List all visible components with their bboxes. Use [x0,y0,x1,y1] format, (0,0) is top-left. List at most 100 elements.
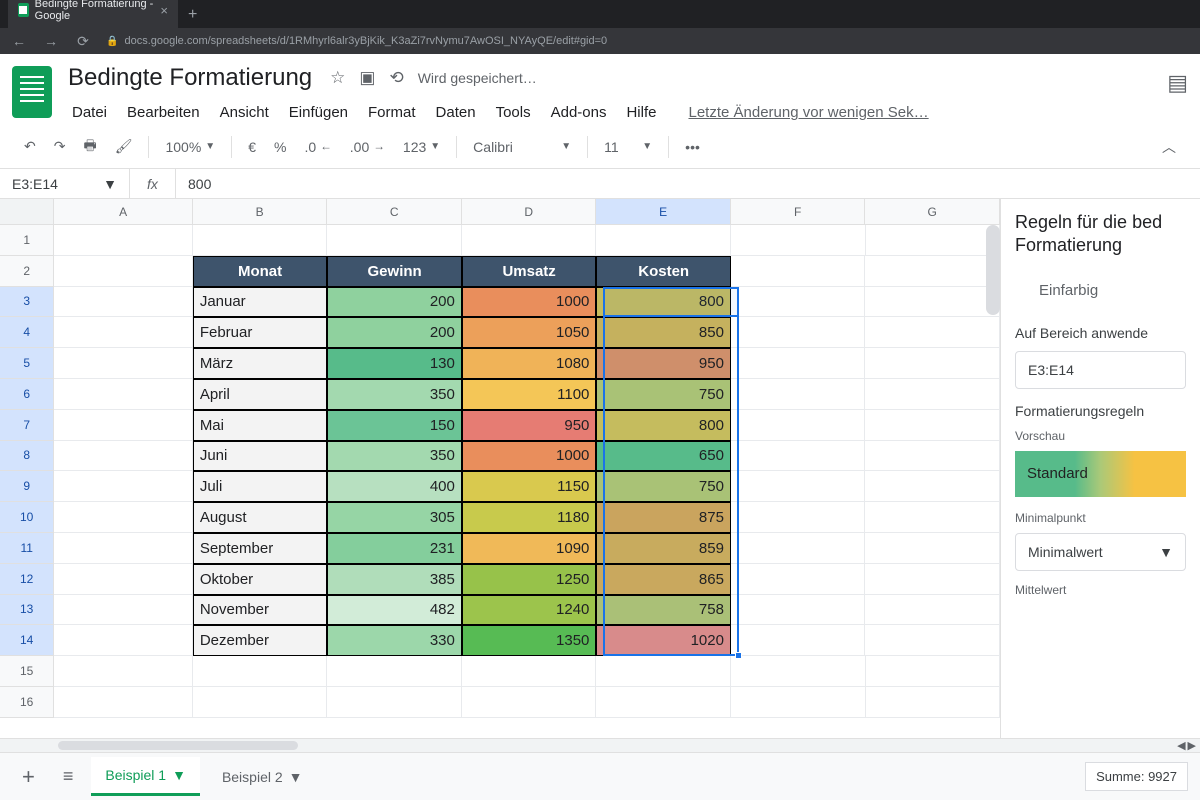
cell[interactable] [462,656,597,687]
cell[interactable]: Januar [193,287,328,318]
cell[interactable] [54,625,192,656]
font-size-select[interactable]: 11▼ [598,135,658,159]
cell[interactable] [731,348,866,379]
formula-bar[interactable]: 800 [176,176,223,192]
cell[interactable] [731,471,866,502]
all-sheets-button[interactable]: ≡ [53,766,84,787]
cell[interactable]: 1020 [596,625,731,656]
row-header[interactable]: 1 [0,225,54,256]
row-header[interactable]: 13 [0,595,54,626]
cell[interactable]: Kosten [596,256,731,287]
preview-swatch[interactable]: Standard [1015,451,1186,497]
zoom-select[interactable]: 100%▼ [159,135,221,159]
more-toolbar-button[interactable]: ••• [679,135,706,159]
cell[interactable]: Dezember [193,625,328,656]
menu-einfuegen[interactable]: Einfügen [281,100,356,125]
cell[interactable] [865,256,1000,287]
cell[interactable] [731,502,866,533]
cell[interactable]: 875 [596,502,731,533]
cell[interactable]: November [193,595,328,626]
row-header[interactable]: 3 [0,287,54,318]
decrease-decimal-button[interactable]: .0← [298,135,337,159]
cell[interactable]: 850 [596,317,731,348]
cell[interactable] [731,379,866,410]
cell[interactable] [54,379,192,410]
cell[interactable] [193,687,328,718]
cell[interactable] [731,595,866,626]
menu-format[interactable]: Format [360,100,424,125]
cell[interactable]: 950 [462,410,597,441]
chevron-down-icon[interactable]: ▼ [289,769,303,785]
undo-button[interactable]: ↶ [18,134,42,159]
cell[interactable] [596,656,731,687]
menu-bearbeiten[interactable]: Bearbeiten [119,100,208,125]
cell[interactable] [866,225,1001,256]
cell[interactable]: 231 [327,533,462,564]
cell[interactable] [865,317,1000,348]
row-header[interactable]: 15 [0,656,54,687]
cell[interactable] [54,225,192,256]
paint-format-button[interactable]: 🖌 [109,134,139,159]
cell[interactable] [731,656,866,687]
cell[interactable]: 750 [596,379,731,410]
cell[interactable] [865,348,1000,379]
cell[interactable]: 800 [596,287,731,318]
star-icon[interactable]: ☆ [330,68,345,88]
minpoint-select[interactable]: Minimalwert▼ [1015,533,1186,571]
cell[interactable] [866,656,1001,687]
cell[interactable] [731,687,866,718]
cell[interactable] [54,533,192,564]
cell[interactable] [54,410,192,441]
range-input[interactable]: E3:E14 [1015,351,1186,389]
cell[interactable] [327,656,462,687]
menu-tools[interactable]: Tools [488,100,539,125]
cell[interactable] [596,225,731,256]
chevron-down-icon[interactable]: ▼ [172,767,186,783]
font-select[interactable]: Calibri▼ [467,135,577,159]
cell[interactable] [193,225,328,256]
row-header[interactable]: 2 [0,256,54,287]
collapse-toolbar-button[interactable]: ︿ [1156,133,1182,161]
cell[interactable] [193,656,328,687]
sidebar-tab-single[interactable]: Einfarbig [1015,276,1186,315]
browser-tab[interactable]: Bedingte Formatierung - Google × [8,0,178,28]
cell[interactable] [462,687,597,718]
print-button[interactable]: 🖶 [77,131,102,163]
cell[interactable]: Monat [193,256,328,287]
row-header[interactable]: 6 [0,379,54,410]
increase-decimal-button[interactable]: .00→ [344,135,391,159]
cell[interactable] [54,687,192,718]
status-sum[interactable]: Summe: 9927 [1085,762,1188,791]
cell[interactable]: 200 [327,317,462,348]
cell[interactable] [54,656,192,687]
forward-icon[interactable]: → [42,33,60,49]
cell[interactable]: 1090 [462,533,597,564]
cell[interactable]: 859 [596,533,731,564]
row-header[interactable]: 11 [0,533,54,564]
new-tab-button[interactable]: + [178,2,207,28]
cell[interactable] [54,348,192,379]
cell[interactable]: 1100 [462,379,597,410]
cell[interactable] [54,595,192,626]
cell[interactable]: 650 [596,441,731,472]
menu-hilfe[interactable]: Hilfe [618,100,664,125]
cell[interactable]: 1240 [462,595,597,626]
cell[interactable] [54,256,192,287]
cell[interactable]: März [193,348,328,379]
currency-button[interactable]: € [242,135,262,159]
move-icon[interactable]: ▣ [359,68,375,88]
cell[interactable] [731,287,866,318]
cell[interactable]: Gewinn [327,256,462,287]
cell[interactable] [731,564,866,595]
cell[interactable]: 1050 [462,317,597,348]
cell[interactable] [865,533,1000,564]
cell[interactable]: 950 [596,348,731,379]
cell[interactable]: Februar [193,317,328,348]
cell[interactable] [731,256,866,287]
cell[interactable]: 330 [327,625,462,656]
cell[interactable] [731,410,866,441]
name-box[interactable]: E3:E14▼ [0,169,130,198]
comments-icon[interactable]: ▤ [1167,70,1188,96]
close-icon[interactable]: × [160,3,168,18]
col-header-c[interactable]: C [327,199,462,224]
